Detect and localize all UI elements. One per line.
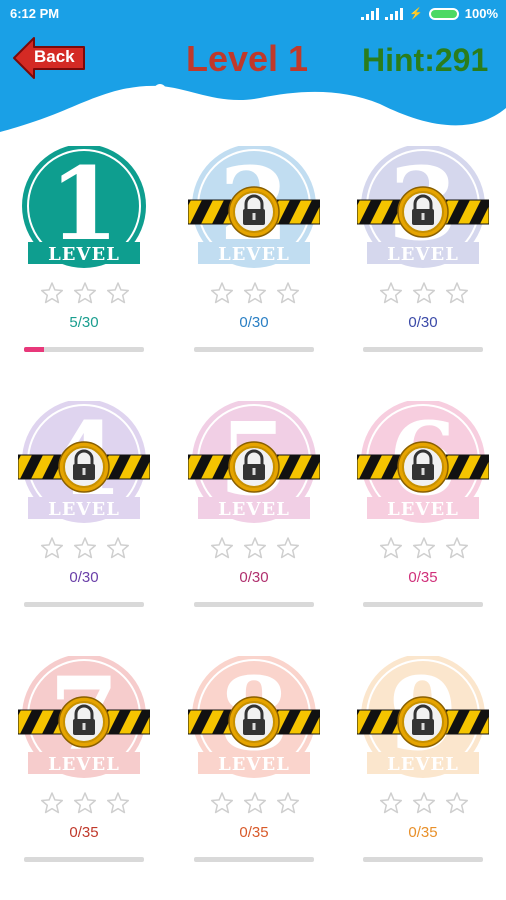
level-progress-bar (194, 857, 314, 862)
charging-icon: ⚡ (409, 8, 423, 20)
level-progress-text: 0/30 (69, 569, 99, 586)
star-icon (243, 537, 267, 559)
star-icon (73, 282, 97, 304)
star-icon (243, 282, 267, 304)
status-icons: ⚡ 100% (361, 6, 498, 21)
level-word: LEVEL (218, 244, 290, 265)
star-icon (379, 792, 403, 814)
level-progress-bar (194, 602, 314, 607)
level-word: LEVEL (218, 499, 290, 520)
level-badge: 6LEVEL (357, 401, 489, 523)
level-progress-text: 0/35 (408, 824, 438, 841)
level-word: LEVEL (387, 754, 459, 775)
level-badge: 3LEVEL (357, 146, 489, 268)
hint-counter: Hint:291 (362, 42, 489, 78)
level-card-3[interactable]: 3LEVEL 0/30 (357, 146, 489, 361)
star-icon (40, 282, 64, 304)
level-progress-bar (24, 857, 144, 862)
star-icon (412, 792, 436, 814)
star-rating (210, 536, 300, 560)
battery-icon (428, 7, 459, 20)
level-progress-text: 0/30 (408, 314, 438, 331)
star-icon (40, 537, 64, 559)
level-progress-text: 5/30 (69, 314, 99, 331)
star-rating (379, 791, 469, 815)
level-word: LEVEL (218, 754, 290, 775)
level-progress-bar (363, 602, 483, 607)
star-rating (379, 281, 469, 305)
star-icon (412, 282, 436, 304)
level-card-6[interactable]: 6LEVEL 0/35 (357, 401, 489, 616)
star-icon (73, 537, 97, 559)
star-icon (445, 792, 469, 814)
level-badge: 4LEVEL (18, 401, 150, 523)
level-word: LEVEL (387, 244, 459, 265)
level-progress-text: 0/30 (239, 569, 269, 586)
star-icon (445, 282, 469, 304)
level-word: LEVEL (387, 499, 459, 520)
star-icon (243, 792, 267, 814)
level-progress-bar (24, 602, 144, 607)
level-card-5[interactable]: 5LEVEL 0/30 (188, 401, 320, 616)
level-badge: 5LEVEL (188, 401, 320, 523)
signal-icon (385, 7, 404, 20)
star-icon (106, 537, 130, 559)
star-icon (276, 792, 300, 814)
page-title: Level 1 (186, 38, 309, 79)
star-rating (210, 791, 300, 815)
star-icon (379, 282, 403, 304)
header: Back Level 1 Hint:291 (0, 28, 506, 148)
star-icon (412, 537, 436, 559)
back-button-label: Back (34, 47, 75, 66)
star-rating (40, 791, 130, 815)
status-bar: 6:12 PM ⚡ 100% (0, 0, 506, 28)
star-icon (276, 537, 300, 559)
star-icon (106, 792, 130, 814)
status-time: 6:12 PM (10, 6, 60, 21)
battery-percent: 100% (464, 6, 498, 21)
level-badge: 1LEVEL (22, 146, 146, 268)
star-icon (73, 792, 97, 814)
level-progress-text: 0/35 (69, 824, 99, 841)
star-rating (40, 281, 130, 305)
level-card-7[interactable]: 7LEVEL 0/35 (18, 656, 150, 871)
level-word: LEVEL (48, 244, 120, 265)
level-badge: 9LEVEL (357, 656, 489, 778)
level-card-1[interactable]: 1 LEVEL 5/30 (18, 146, 150, 361)
level-word: LEVEL (48, 754, 120, 775)
back-button[interactable]: Back (12, 36, 88, 80)
star-icon (379, 537, 403, 559)
star-icon (210, 282, 234, 304)
level-progress-bar (194, 347, 314, 352)
star-icon (210, 792, 234, 814)
star-icon (40, 792, 64, 814)
star-rating (379, 536, 469, 560)
level-card-2[interactable]: 2LEVEL 0/30 (188, 146, 320, 361)
star-icon (210, 537, 234, 559)
signal-icon (361, 7, 380, 20)
level-card-9[interactable]: 9LEVEL 0/35 (357, 656, 489, 871)
level-progress-text: 0/35 (408, 569, 438, 586)
star-icon (276, 282, 300, 304)
progress-bar-fill (24, 347, 44, 352)
level-card-8[interactable]: 8LEVEL 0/35 (188, 656, 320, 871)
level-badge: 8LEVEL (188, 656, 320, 778)
star-icon (106, 282, 130, 304)
level-progress-bar (24, 347, 144, 352)
level-progress-bar (363, 857, 483, 862)
star-rating (40, 536, 130, 560)
level-badge: 7LEVEL (18, 656, 150, 778)
level-card-4[interactable]: 4LEVEL 0/30 (18, 401, 150, 616)
level-word: LEVEL (48, 499, 120, 520)
level-progress-text: 0/30 (239, 314, 269, 331)
level-progress-bar (363, 347, 483, 352)
level-progress-text: 0/35 (239, 824, 269, 841)
star-icon (445, 537, 469, 559)
level-badge: 2LEVEL (188, 146, 320, 268)
star-rating (210, 281, 300, 305)
